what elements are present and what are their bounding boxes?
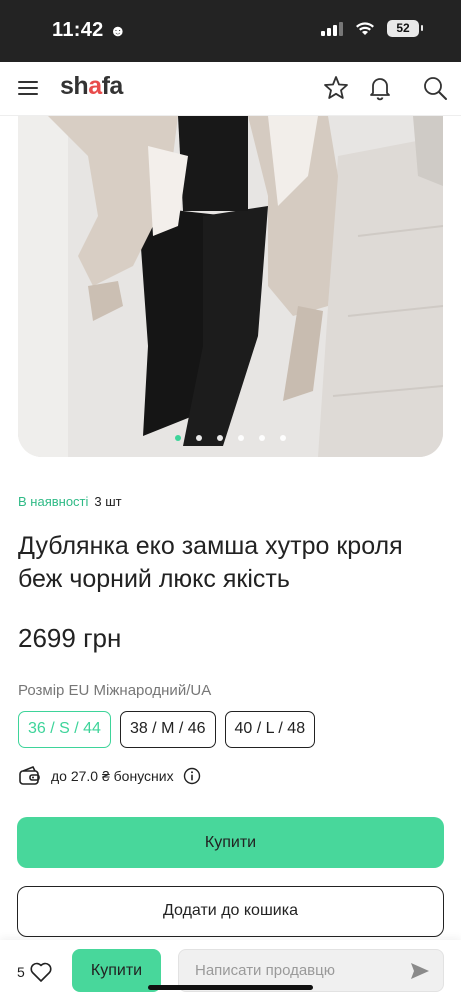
info-icon[interactable] bbox=[183, 767, 201, 785]
carousel-dot[interactable] bbox=[175, 435, 181, 441]
buy-button[interactable]: Купити bbox=[17, 817, 444, 868]
carousel-dot[interactable] bbox=[196, 435, 202, 441]
app-header: shafa bbox=[0, 62, 461, 116]
home-indicator bbox=[148, 985, 313, 990]
availability-quantity: 3 шт bbox=[94, 494, 122, 509]
status-time: 11:42 ☻ bbox=[52, 19, 127, 41]
carousel-dots bbox=[18, 435, 443, 441]
size-selector: 36 / S / 44 38 / M / 46 40 / L / 48 bbox=[18, 711, 316, 748]
carousel-dot[interactable] bbox=[238, 435, 244, 441]
availability-status: В наявності bbox=[18, 494, 89, 509]
logo-mark: a bbox=[88, 72, 102, 100]
wifi-icon bbox=[356, 22, 374, 35]
battery-indicator: 52 bbox=[387, 20, 423, 37]
product-title: Дублянка еко замша хутро кроля беж чорни… bbox=[18, 532, 403, 593]
heart-icon bbox=[30, 962, 52, 982]
like-button[interactable]: 5 bbox=[17, 961, 53, 983]
carousel-dot[interactable] bbox=[280, 435, 286, 441]
smile-icon: ☻ bbox=[109, 23, 127, 40]
status-icons: 52 bbox=[321, 20, 423, 37]
signal-icon bbox=[321, 21, 343, 36]
star-icon[interactable] bbox=[322, 74, 350, 102]
wallet-icon bbox=[19, 765, 40, 785]
logo-text-start: sh bbox=[60, 72, 89, 100]
like-count: 5 bbox=[17, 964, 25, 980]
logo[interactable]: shafa bbox=[60, 72, 123, 101]
product-photo bbox=[18, 116, 443, 457]
size-option-l[interactable]: 40 / L / 48 bbox=[224, 711, 316, 748]
carousel-dot[interactable] bbox=[259, 435, 265, 441]
bonus-text: до 27.0 ₴ бонусних bbox=[51, 768, 174, 784]
bonus-info: до 27.0 ₴ бонусних bbox=[18, 765, 201, 787]
product-image-carousel[interactable] bbox=[18, 116, 443, 457]
size-label: Розмір EU Міжнародний/UA bbox=[18, 682, 212, 699]
carousel-dot[interactable] bbox=[217, 435, 223, 441]
size-option-s[interactable]: 36 / S / 44 bbox=[18, 711, 111, 748]
bottom-bar: 5 Купити Написати продавцю bbox=[0, 940, 461, 1000]
send-icon[interactable] bbox=[409, 960, 431, 982]
product-price: 2699 грн bbox=[18, 623, 122, 653]
message-placeholder: Написати продавцю bbox=[195, 962, 335, 979]
bell-icon[interactable] bbox=[366, 74, 394, 102]
size-option-m[interactable]: 38 / M / 46 bbox=[119, 711, 216, 748]
logo-text-end: fa bbox=[101, 72, 124, 100]
availability: В наявності 3 шт bbox=[18, 494, 122, 509]
search-icon[interactable] bbox=[421, 74, 449, 102]
add-to-cart-button[interactable]: Додати до кошика bbox=[17, 886, 444, 937]
menu-icon[interactable] bbox=[18, 80, 38, 96]
status-bar: 11:42 ☻ 52 bbox=[0, 0, 461, 62]
